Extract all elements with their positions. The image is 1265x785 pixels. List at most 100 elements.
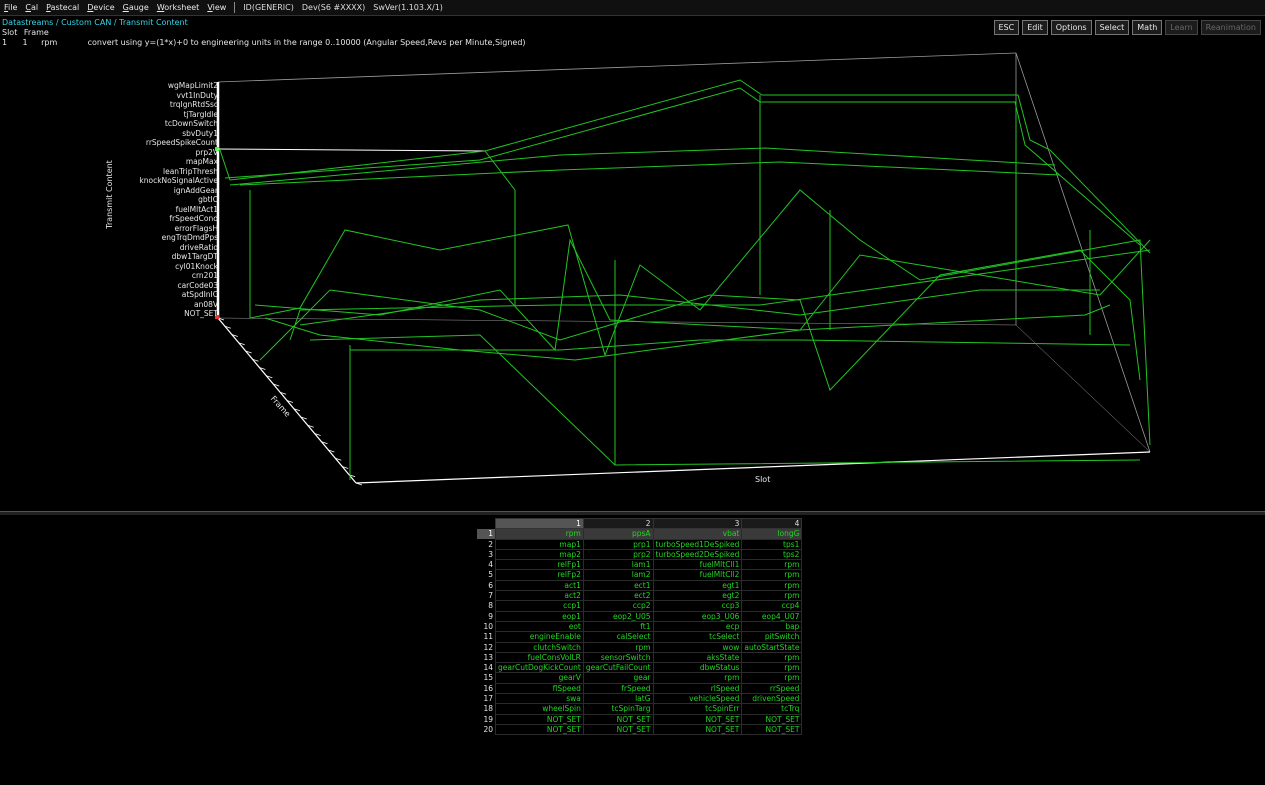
grid-cell[interactable]: act1 <box>495 579 584 592</box>
grid-row-header[interactable]: 3 <box>477 549 496 559</box>
grid-cell[interactable]: tps2 <box>741 548 803 561</box>
grid-cell[interactable]: lam1 <box>582 559 654 571</box>
table-row[interactable]: 14 gearCutDogKickCount gearCutFailCount dbw… <box>477 662 803 674</box>
grid-cell[interactable]: rpm <box>741 590 803 602</box>
grid-cell[interactable]: NOT_SET <box>495 713 584 725</box>
grid-cell[interactable]: ecp <box>652 620 743 633</box>
table-row[interactable]: 13 fuelConsVolLR sensorSwitch aksState rpm <box>477 651 803 664</box>
grid-cell[interactable]: rpm <box>741 569 803 581</box>
grid-cell[interactable]: latG <box>582 693 654 705</box>
transmit-content-grid[interactable]: 1 2 3 4 1 rpm ppsA vbat longG 2 map1 prp1 turboSpeed… <box>477 517 803 736</box>
menu-view[interactable]: View <box>203 3 230 12</box>
grid-cell[interactable]: longG <box>741 528 803 540</box>
grid-cell[interactable]: ccp4 <box>741 600 803 612</box>
grid-cell[interactable]: NOT_SET <box>652 713 743 725</box>
grid-cell[interactable]: pitSwitch <box>741 631 803 643</box>
grid-cell[interactable]: calSelect <box>582 631 654 643</box>
menu-device[interactable]: Device <box>83 3 118 12</box>
grid-column-header[interactable]: 1 <box>495 517 584 530</box>
table-row[interactable]: 19 NOT_SET NOT_SET NOT_SET NOT_SET <box>477 713 803 725</box>
table-row[interactable]: 18 wheelSpin tcSpinTarg tcSpinErr tcTrq <box>477 703 803 715</box>
grid-cell[interactable]: ccp1 <box>495 600 584 612</box>
grid-cell[interactable]: dbwStatus <box>652 662 743 674</box>
grid-row-header[interactable]: 17 <box>477 694 496 704</box>
grid-cell[interactable]: map1 <box>495 538 584 550</box>
grid-cell[interactable]: wow <box>652 641 743 653</box>
table-row[interactable]: 5 relFp2 lam2 fuelMltCll2 rpm <box>477 569 803 581</box>
grid-cell[interactable]: rpm <box>741 662 803 674</box>
grid-cell[interactable]: relFp2 <box>495 569 584 581</box>
table-row[interactable]: 6 act1 ect1 egt1 rpm <box>477 579 803 592</box>
grid-cell[interactable]: gearCutDogKickCount <box>495 662 584 674</box>
grid-cell[interactable]: autoStartState <box>741 641 803 653</box>
transmit-content-3d-plot[interactable]: wgMapLimit2 vvt1InDuty trqIgnRtdSsc tjTargI… <box>0 50 1265 510</box>
grid-cell[interactable]: tps1 <box>741 538 803 550</box>
grid-row-header[interactable]: 14 <box>477 663 496 673</box>
grid-cell[interactable]: aksState <box>652 651 743 664</box>
table-row[interactable]: 15 gearV gear rpm rpm <box>477 672 803 684</box>
grid-cell[interactable]: tcSpinErr <box>652 703 743 715</box>
grid-row-header[interactable]: 16 <box>477 683 496 693</box>
table-row[interactable]: 10 eot ft1 ecp bap <box>477 620 803 633</box>
grid-row-header[interactable]: 8 <box>477 601 496 611</box>
learn-button[interactable]: Learn <box>1165 20 1198 35</box>
grid-cell[interactable]: NOT_SET <box>495 723 584 736</box>
grid-cell[interactable]: act2 <box>495 590 584 602</box>
grid-cell[interactable]: swa <box>495 693 584 705</box>
grid-row-header[interactable]: 1 <box>477 528 496 540</box>
table-row[interactable]: 16 flSpeed frSpeed rlSpeed rrSpeed <box>477 682 803 695</box>
grid-cell[interactable]: clutchSwitch <box>495 641 584 653</box>
grid-row-header[interactable]: 13 <box>477 652 496 662</box>
grid-cell[interactable]: rlSpeed <box>652 682 743 695</box>
grid-cell[interactable]: ect2 <box>582 590 654 602</box>
grid-cell[interactable]: tcSpinTarg <box>582 703 654 715</box>
splitter[interactable] <box>0 511 1265 515</box>
table-row[interactable]: 11 engineEnable calSelect tcSelect pitSwitch <box>477 631 803 643</box>
grid-cell[interactable]: turboSpeed2DeSpiked <box>652 548 743 561</box>
grid-cell[interactable]: gearV <box>495 672 584 684</box>
grid-cell[interactable]: frSpeed <box>582 682 654 695</box>
grid-cell[interactable]: rrSpeed <box>741 682 803 695</box>
grid-cell[interactable]: NOT_SET <box>652 723 743 736</box>
grid-cell[interactable]: map2 <box>495 548 584 561</box>
edit-button[interactable]: Edit <box>1022 20 1048 35</box>
table-row[interactable]: 3 map2 prp2 turboSpeed2DeSpiked tps2 <box>477 548 803 561</box>
table-row[interactable]: 20 NOT_SET NOT_SET NOT_SET NOT_SET <box>477 723 803 736</box>
table-row[interactable]: 1 rpm ppsA vbat longG <box>477 528 803 540</box>
grid-cell[interactable]: NOT_SET <box>582 713 654 725</box>
grid-cell[interactable]: ppsA <box>582 528 654 540</box>
grid-cell[interactable]: prp1 <box>582 538 654 550</box>
grid-row-header[interactable]: 2 <box>477 539 496 549</box>
grid-cell[interactable]: fuelMltCll2 <box>652 569 743 581</box>
grid-row-header[interactable]: 6 <box>477 580 496 590</box>
grid-row-header[interactable]: 15 <box>477 673 496 683</box>
table-row[interactable]: 12 clutchSwitch rpm wow autoStartState <box>477 641 803 653</box>
menu-gauge[interactable]: Gauge <box>119 3 153 12</box>
grid-cell[interactable]: prp2 <box>582 548 654 561</box>
grid-cell[interactable]: wheelSpin <box>495 703 584 715</box>
grid-row-header[interactable]: 10 <box>477 621 496 631</box>
grid-cell[interactable]: NOT_SET <box>741 713 803 725</box>
grid-cell[interactable]: flSpeed <box>495 682 584 695</box>
grid-row-header[interactable]: 4 <box>477 560 496 570</box>
grid-cell[interactable]: ccp2 <box>582 600 654 612</box>
grid-cell[interactable]: eop3_U06 <box>652 610 743 622</box>
grid-cell[interactable]: tcTrq <box>741 703 803 715</box>
grid-cell[interactable]: vehicleSpeed <box>652 693 743 705</box>
grid-row-header[interactable]: 19 <box>477 714 496 724</box>
grid-cell[interactable]: egt1 <box>652 579 743 592</box>
math-button[interactable]: Math <box>1132 20 1163 35</box>
grid-cell[interactable]: fuelMltCll1 <box>652 559 743 571</box>
grid-cell[interactable]: NOT_SET <box>741 723 803 736</box>
grid-column-header[interactable]: 2 <box>582 517 654 530</box>
grid-cell[interactable]: gear <box>582 672 654 684</box>
grid-row-header[interactable]: 12 <box>477 642 496 652</box>
table-row[interactable]: 17 swa latG vehicleSpeed drivenSpeed <box>477 693 803 705</box>
esc-button[interactable]: ESC <box>993 20 1020 35</box>
grid-cell[interactable]: turboSpeed1DeSpiked <box>652 538 743 550</box>
grid-cell[interactable]: relFp1 <box>495 559 584 571</box>
table-row[interactable]: 2 map1 prp1 turboSpeed1DeSpiked tps1 <box>477 538 803 550</box>
grid-cell[interactable]: ft1 <box>582 620 654 633</box>
table-row[interactable]: 9 eop1 eop2_U05 eop3_U06 eop4_U07 <box>477 610 803 622</box>
menu-file[interactable]: File <box>0 3 21 12</box>
